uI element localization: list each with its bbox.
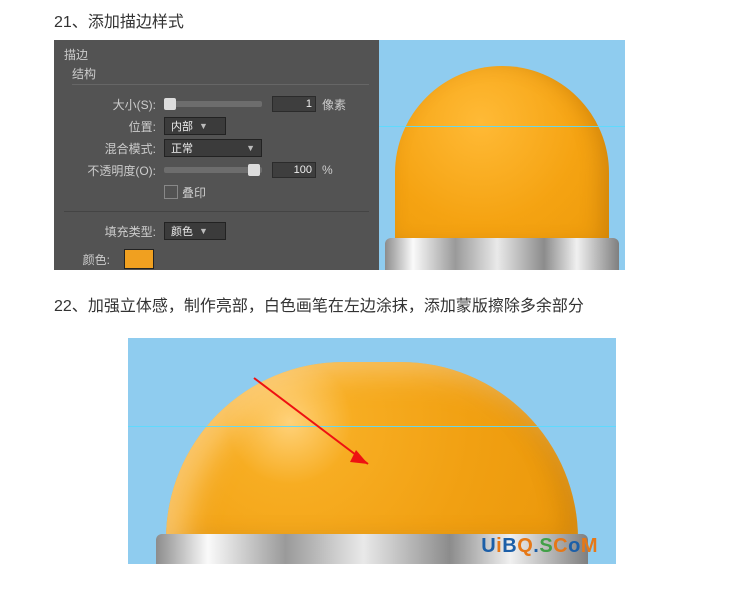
overprint-label: 叠印: [182, 184, 206, 201]
blend-value: 正常: [171, 140, 193, 156]
color-swatch[interactable]: [124, 249, 154, 269]
step-number: 21、: [54, 14, 88, 31]
step-number: 22、: [54, 298, 88, 315]
opacity-label: 不透明度(O):: [64, 162, 156, 179]
stroke-panel: 描边 结构 大小(S): 1 像素 位置: 内部 ▼ 混合模式: 正常 ▼: [54, 40, 379, 270]
chevron-down-icon: ▼: [199, 226, 208, 236]
chevron-down-icon: ▼: [246, 143, 255, 153]
step-21-heading: 21、添加描边样式: [0, 0, 750, 40]
position-dropdown[interactable]: 内部 ▼: [164, 117, 226, 135]
blend-dropdown[interactable]: 正常 ▼: [164, 139, 262, 157]
filltype-dropdown[interactable]: 颜色 ▼: [164, 222, 226, 240]
dome-shape: [395, 66, 609, 252]
guide-line: [379, 126, 625, 127]
color-label: 颜色:: [64, 251, 110, 268]
filltype-label: 填充类型:: [64, 223, 156, 240]
blend-label: 混合模式:: [64, 140, 156, 157]
panel-title: 描边: [64, 46, 369, 63]
preview-step-21: [379, 40, 625, 270]
preview-step-22: UiBQ.SCoM: [128, 338, 616, 564]
panel-section: 结构: [72, 65, 369, 85]
metal-ring: [385, 238, 619, 270]
overprint-checkbox[interactable]: [164, 185, 178, 199]
watermark: UiBQ.SCoM: [481, 535, 598, 558]
opacity-slider[interactable]: [164, 167, 262, 173]
step-title: 添加描边样式: [88, 14, 184, 31]
position-value: 内部: [171, 118, 193, 134]
chevron-down-icon: ▼: [199, 121, 208, 131]
arrow-annotation: [248, 372, 408, 492]
opacity-unit: %: [322, 163, 333, 177]
size-slider[interactable]: [164, 101, 262, 107]
position-label: 位置:: [64, 118, 156, 135]
step-title: 加强立体感，制作亮部，白色画笔在左边涂抹，添加蒙版擦除多余部分: [88, 298, 584, 315]
size-input[interactable]: 1: [272, 96, 316, 112]
size-unit: 像素: [322, 96, 346, 113]
size-label: 大小(S):: [64, 96, 156, 113]
opacity-input[interactable]: 100: [272, 162, 316, 178]
filltype-value: 颜色: [171, 223, 193, 239]
step-22-heading: 22、加强立体感，制作亮部，白色画笔在左边涂抹，添加蒙版擦除多余部分: [0, 270, 750, 324]
